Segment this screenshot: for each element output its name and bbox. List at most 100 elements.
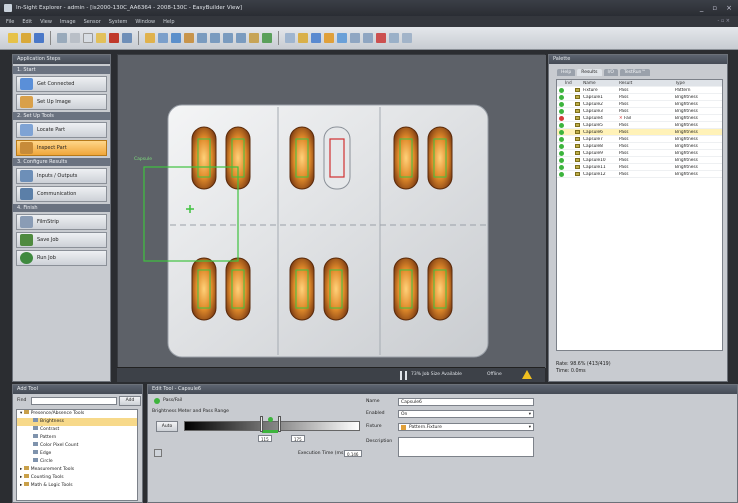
help-icon[interactable] — [402, 33, 412, 43]
tree-category[interactable]: ▾ Presence/Absence Tools — [17, 410, 137, 418]
image-icon[interactable] — [171, 33, 181, 43]
graphics-icon[interactable] — [311, 33, 321, 43]
calibrate-icon[interactable] — [249, 33, 259, 43]
trigger-icon[interactable] — [145, 33, 155, 43]
open-job-icon[interactable] — [21, 33, 31, 43]
table-row[interactable]: Capsule10 Pass Brightness — [557, 157, 722, 164]
delete-icon[interactable] — [109, 33, 119, 43]
menu-help[interactable]: Help — [163, 19, 174, 25]
menu-view[interactable]: View — [40, 19, 52, 25]
maximize-button[interactable]: ▫ — [712, 0, 717, 16]
tree-item[interactable]: Contrast — [17, 426, 137, 434]
step-set-up-image[interactable]: Set Up Image — [16, 94, 107, 110]
range-high-slider[interactable] — [278, 416, 281, 432]
range-high-input[interactable]: 175 — [291, 435, 305, 442]
table-row[interactable]: Capsule4 ✕ Fail Brightness — [557, 115, 722, 122]
step-communication[interactable]: Communication — [16, 186, 107, 202]
tab-help[interactable]: Help — [557, 69, 576, 76]
auto-button[interactable]: Auto — [156, 421, 178, 432]
tab-io[interactable]: I/O — [603, 69, 618, 76]
undo-icon[interactable] — [122, 33, 132, 43]
chevron-down-icon: ▾ — [528, 425, 531, 430]
online-status[interactable]: Offline — [487, 372, 502, 377]
step-run-job[interactable]: Run Job — [16, 250, 107, 266]
menu-system[interactable]: System — [109, 19, 128, 25]
expander-icon[interactable]: ▾ — [20, 411, 22, 416]
fixture-select[interactable]: Pattern.Fixture ▾ — [398, 423, 534, 431]
result-value: Pass — [619, 122, 629, 128]
mdi-controls[interactable]: - ▫ × — [717, 18, 730, 24]
find-input[interactable] — [31, 397, 117, 405]
table-row[interactable]: Capsule3 Pass Brightness — [557, 108, 722, 115]
results-icon[interactable] — [324, 33, 334, 43]
filmstrip-icon[interactable] — [350, 33, 360, 43]
close-button[interactable]: × — [726, 0, 732, 16]
expander-icon[interactable]: ▸ — [20, 483, 22, 488]
range-low-input[interactable]: 115 — [258, 435, 272, 442]
step-locate-part[interactable]: Locate Part — [16, 122, 107, 138]
table-row[interactable]: Capsule9 Pass Brightness — [557, 150, 722, 157]
graph-icon[interactable] — [154, 449, 162, 457]
cut-icon[interactable] — [70, 33, 80, 43]
grid-icon[interactable] — [285, 33, 295, 43]
add-button[interactable]: Add — [119, 396, 141, 406]
tab-testrun[interactable]: TestRun™ — [619, 69, 650, 76]
tree-item[interactable]: Edge — [17, 450, 137, 458]
save-job-icon[interactable] — [34, 33, 44, 43]
table-row[interactable]: Capsule5 Pass Brightness — [557, 122, 722, 129]
record-icon[interactable] — [184, 33, 194, 43]
zoom-in-icon[interactable] — [197, 33, 207, 43]
step-get-connected[interactable]: Get Connected — [16, 76, 107, 92]
new-job-icon[interactable] — [8, 33, 18, 43]
zoom-fill-icon[interactable] — [236, 33, 246, 43]
palette-icon[interactable] — [337, 33, 347, 43]
menu-edit[interactable]: Edit — [22, 19, 32, 25]
spreadsheet-icon[interactable] — [389, 33, 399, 43]
table-row[interactable]: Capsule6 Pass Brightness — [557, 129, 722, 136]
minimize-button[interactable]: _ — [700, 0, 704, 16]
expander-icon[interactable]: ▸ — [20, 475, 22, 480]
tree-category[interactable]: ▸ Math & Logic Tools — [17, 482, 137, 490]
network-icon[interactable] — [363, 33, 373, 43]
step-inputs-outputs[interactable]: Inputs / Outputs — [16, 168, 107, 184]
name-field[interactable]: Capsule6 — [398, 398, 534, 406]
image-display[interactable]: Capsule — [117, 54, 546, 382]
copy-icon[interactable] — [83, 33, 93, 43]
table-row[interactable]: Capsule8 Pass Brightness — [557, 143, 722, 150]
live-video-icon[interactable] — [158, 33, 168, 43]
overlay-icon[interactable] — [298, 33, 308, 43]
enabled-select[interactable]: On ▾ — [398, 410, 534, 418]
tree-category[interactable]: ▸ Measurement Tools — [17, 466, 137, 474]
menu-window[interactable]: Window — [135, 19, 155, 25]
tab-results[interactable]: Results — [577, 69, 602, 76]
menu-file[interactable]: File — [6, 19, 14, 25]
print-icon[interactable] — [57, 33, 67, 43]
online-icon[interactable] — [262, 33, 272, 43]
tree-item[interactable]: Brightness — [17, 418, 137, 426]
tree-item[interactable]: Pattern — [17, 434, 137, 442]
zoom-out-icon[interactable] — [210, 33, 220, 43]
table-row[interactable]: Capsule1 Pass Brightness — [557, 94, 722, 101]
result-type: Brightness — [675, 171, 698, 177]
tree-item[interactable]: Circle — [17, 458, 137, 466]
description-field[interactable] — [398, 437, 534, 457]
table-row[interactable]: Capsule11 Pass Brightness — [557, 164, 722, 171]
tree-category[interactable]: ▸ Counting Tools — [17, 474, 137, 482]
tree-item[interactable]: Color Pixel Count — [17, 442, 137, 450]
menu-image[interactable]: Image — [60, 19, 76, 25]
table-row[interactable]: Fixture Pass Pattern — [557, 87, 722, 94]
stop-icon[interactable] — [376, 33, 386, 43]
table-row[interactable]: Capsule7 Pass Brightness — [557, 136, 722, 143]
paste-icon[interactable] — [96, 33, 106, 43]
section-start: 1. Start — [13, 66, 110, 74]
zoom-fit-icon[interactable] — [223, 33, 233, 43]
expander-icon[interactable]: ▸ — [20, 467, 22, 472]
table-row[interactable]: Capsule12 Pass Brightness — [557, 171, 722, 178]
step-filmstrip[interactable]: FilmStrip — [16, 214, 107, 230]
table-row[interactable]: Capsule2 Pass Brightness — [557, 101, 722, 108]
step-save-job[interactable]: Save Job — [16, 232, 107, 248]
range-low-slider[interactable] — [260, 416, 263, 432]
step-inspect-part[interactable]: Inspect Part — [16, 140, 107, 156]
result-type: Brightness — [675, 129, 698, 135]
menu-sensor[interactable]: Sensor — [84, 19, 101, 25]
